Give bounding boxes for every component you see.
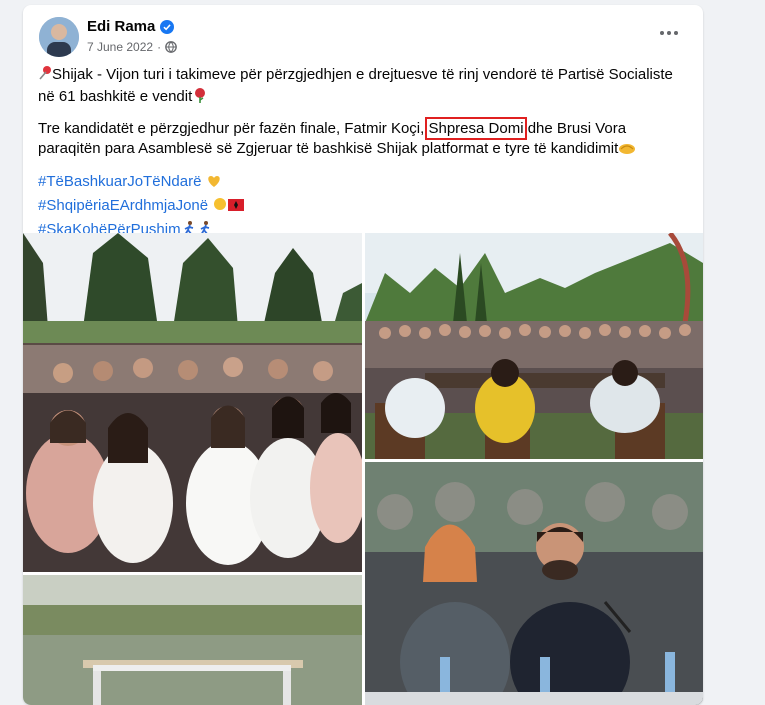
author-avatar[interactable] [39, 17, 79, 57]
handshake-icon [618, 141, 636, 161]
photo-gallery [23, 233, 703, 705]
highlighted-name: Shpresa Domi [425, 117, 527, 140]
meta-separator: · [157, 40, 162, 54]
rose-icon [192, 87, 208, 109]
pushpin-icon [38, 65, 52, 87]
hashtag-1[interactable]: #TëBashkuarJoTëNdarë [38, 171, 690, 195]
hashtag-2-text[interactable]: #ShqipëriaEArdhmjaJonë [38, 197, 208, 214]
photo-audience-women[interactable] [23, 233, 362, 572]
post-text: Shijak - Vijon turi i takimeve për përzg… [38, 65, 690, 243]
paragraph-2-before: Tre kandidatët e përzgjedhur për fazën f… [38, 120, 429, 137]
photo-field[interactable] [23, 575, 362, 705]
heart-hands-icon [206, 173, 222, 195]
post-paragraph-2: Tre kandidatët e përzgjedhur për fazën f… [38, 117, 690, 161]
post-paragraph-1: Shijak - Vijon turi i takimeve për përzg… [38, 65, 690, 109]
author-name[interactable]: Edi Rama [87, 18, 155, 35]
globe-icon [165, 41, 177, 53]
more-options-icon[interactable] [655, 23, 683, 43]
photo-panelists[interactable] [365, 462, 703, 705]
photo-panel-table[interactable] [365, 233, 703, 459]
paragraph-1-text: Shijak - Vijon turi i takimeve për përzg… [38, 66, 673, 105]
sun-icon [212, 196, 228, 219]
hashtag-1-text[interactable]: #TëBashkuarJoTëNdarë [38, 173, 201, 190]
hashtag-2[interactable]: #ShqipëriaEArdhmjaJonë [38, 195, 690, 219]
author-row: Edi Rama [87, 18, 175, 35]
verified-badge-icon [160, 19, 175, 34]
facebook-post: Edi Rama 7 June 2022 · Shijak - Vijon tu… [23, 5, 703, 705]
albania-flag-icon [228, 197, 245, 219]
post-date[interactable]: 7 June 2022 [87, 40, 153, 54]
post-meta: 7 June 2022 · [87, 40, 177, 54]
